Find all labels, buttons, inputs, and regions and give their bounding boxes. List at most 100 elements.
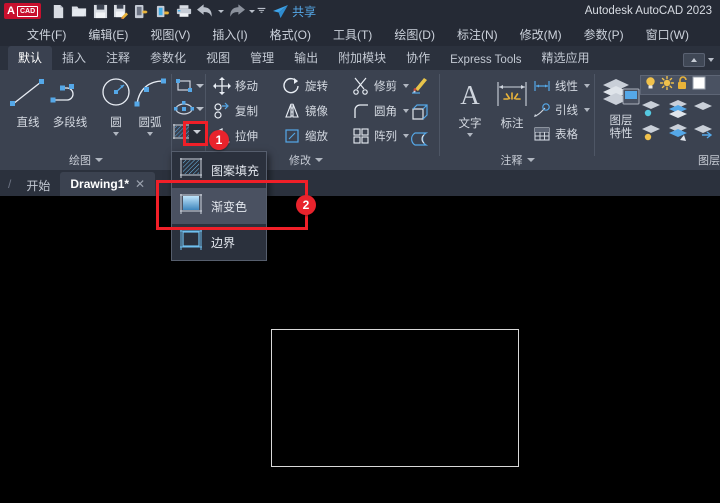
ribbon-tab-parametric[interactable]: 参数化 <box>140 46 196 70</box>
file-tab-separator: / <box>8 177 12 191</box>
ribbon-tab-addins[interactable]: 附加模块 <box>328 46 396 70</box>
ribbon-tab-annotate[interactable]: 注释 <box>96 46 140 70</box>
customize-icon[interactable] <box>257 1 266 21</box>
new-file-icon[interactable] <box>48 1 68 21</box>
layer-freeze-icon[interactable] <box>666 98 692 122</box>
sun-icon[interactable] <box>659 75 675 95</box>
autocad-logo[interactable]: A CAD <box>4 3 42 19</box>
modify-array-button[interactable]: 阵列 <box>351 125 409 147</box>
layer-merge-icon[interactable] <box>666 122 692 146</box>
annotation-leader-dropdown-arrow[interactable] <box>584 108 590 112</box>
draw-line-label: 直线 <box>16 117 40 129</box>
panel-layers: 图层 特性 图层 <box>595 70 720 170</box>
ribbon-tab-express-tools[interactable]: Express Tools <box>440 51 531 70</box>
layer-state-toolbar[interactable] <box>640 75 720 95</box>
menu-item-window[interactable]: 窗口(W) <box>637 24 698 45</box>
ribbon-tab-insert[interactable]: 插入 <box>52 46 96 70</box>
menu-item-draw[interactable]: 绘图(D) <box>385 24 444 45</box>
menu-item-edit[interactable]: 编辑(E) <box>79 24 137 45</box>
ribbon-minimize-dropdown-arrow[interactable] <box>708 58 714 62</box>
ribbon-tab-collaborate[interactable]: 协作 <box>396 46 440 70</box>
modify-rotate-button[interactable]: 旋转 <box>282 75 328 97</box>
menu-item-modify[interactable]: 修改(M) <box>511 24 571 45</box>
panel-annotation-title[interactable]: 注释 <box>440 152 595 168</box>
menu-item-view[interactable]: 视图(V) <box>141 24 199 45</box>
quick-access-toolbar: 共享 <box>48 1 316 21</box>
title-bar: A CAD 共享 Autodesk AutoCAD 2023 <box>0 0 720 22</box>
annotation-leader-button[interactable]: 引线 <box>532 99 590 121</box>
undo-dropdown-arrow[interactable] <box>216 1 225 21</box>
print-icon[interactable] <box>174 1 194 21</box>
layer-isolate-icon[interactable] <box>640 98 666 122</box>
export-icon[interactable] <box>132 1 152 21</box>
ribbon-tab-featured-apps[interactable]: 精选应用 <box>532 46 600 70</box>
draw-arc-button[interactable]: 圆弧 <box>126 73 174 136</box>
3d-box-icon[interactable] <box>409 101 431 123</box>
layer-properties-label-line1: 图层 <box>609 115 633 127</box>
annotation-table-button[interactable]: 表格 <box>532 123 578 145</box>
annotation-linear-dropdown-arrow[interactable] <box>584 84 590 88</box>
modify-mirror-button[interactable]: 镜像 <box>282 100 328 122</box>
modify-scale-button[interactable]: 缩放 <box>282 125 328 147</box>
panel-draw-title[interactable]: 绘图 <box>0 152 172 168</box>
save-icon[interactable] <box>90 1 110 21</box>
drawing-canvas[interactable] <box>0 196 720 503</box>
modify-fillet-label: 圆角 <box>374 106 397 118</box>
ribbon-tab-manage[interactable]: 管理 <box>240 46 284 70</box>
modify-move-button[interactable]: 移动 <box>212 75 258 97</box>
annotation-text-button[interactable]: A 文字 <box>446 74 494 137</box>
modify-mirror-label: 镜像 <box>305 106 328 118</box>
draw-line-button[interactable]: 直线 <box>4 73 52 130</box>
menu-item-parametric[interactable]: 参数(P) <box>575 24 633 45</box>
menu-item-dimension[interactable]: 标注(N) <box>448 24 507 45</box>
save-as-icon[interactable] <box>111 1 131 21</box>
annotation-dimension-button[interactable]: 标注 <box>488 74 536 131</box>
ribbon-tab-view[interactable]: 视图 <box>196 46 240 70</box>
drawn-rectangle[interactable] <box>271 329 519 467</box>
undo-icon[interactable] <box>195 1 215 21</box>
redo-icon[interactable] <box>226 1 246 21</box>
highlight-box-gradient-item <box>156 180 308 230</box>
ribbon-minimize-control[interactable] <box>683 53 714 67</box>
lightbulb-on-icon[interactable] <box>644 76 657 95</box>
layer-match-icon[interactable] <box>692 122 718 146</box>
annotation-text-label: 文字 <box>458 118 482 130</box>
file-tab-start[interactable]: 开始 <box>16 174 60 196</box>
menu-item-format[interactable]: 格式(O) <box>261 24 320 45</box>
redo-dropdown-arrow[interactable] <box>247 1 256 21</box>
ribbon-tab-output[interactable]: 输出 <box>284 46 328 70</box>
panel-layers-title[interactable]: 图层 <box>595 152 720 168</box>
offset-icon[interactable] <box>409 128 431 150</box>
ribbon-tab-home[interactable]: 默认 <box>8 46 53 70</box>
modify-copy-button[interactable]: 复制 <box>212 100 258 122</box>
share-button[interactable]: 共享 <box>272 3 316 20</box>
close-icon[interactable]: ✕ <box>135 177 145 191</box>
file-tab-drawing1[interactable]: Drawing1* ✕ <box>60 172 156 196</box>
menu-item-tools[interactable]: 工具(T) <box>324 24 381 45</box>
menu-item-insert[interactable]: 插入(I) <box>203 24 256 45</box>
panel-modify-side-tools <box>404 70 440 170</box>
boundary-icon <box>178 227 204 258</box>
draw-circle-dropdown-arrow[interactable] <box>113 132 119 136</box>
layer-off-icon[interactable] <box>692 98 718 122</box>
layer-properties-button[interactable]: 图层 特性 <box>598 76 644 141</box>
draw-arc-dropdown-arrow[interactable] <box>147 132 153 136</box>
unlock-icon[interactable] <box>677 75 689 95</box>
draw-polyline-button[interactable]: 多段线 <box>46 73 94 130</box>
logo-text: CAD <box>16 5 39 17</box>
modify-stretch-label: 拉伸 <box>235 131 258 143</box>
annotation-text-dropdown-arrow[interactable] <box>467 133 473 137</box>
layer-lock-icon[interactable] <box>640 122 666 146</box>
modify-trim-button[interactable]: 修剪 <box>351 75 409 97</box>
color-swatch-icon[interactable] <box>692 76 706 95</box>
annotation-linear-button[interactable]: 线性 <box>532 75 590 97</box>
ribbon-minimize-icon[interactable] <box>683 53 705 67</box>
modify-fillet-button[interactable]: 圆角 <box>351 100 409 122</box>
modify-move-label: 移动 <box>235 81 258 93</box>
menu-item-file[interactable]: 文件(F) <box>18 24 75 45</box>
match-properties-icon[interactable] <box>409 74 431 96</box>
text-icon: A <box>455 74 485 114</box>
plot-device-icon[interactable] <box>153 1 173 21</box>
app-title: Autodesk AutoCAD 2023 <box>584 5 712 17</box>
open-file-icon[interactable] <box>69 1 89 21</box>
